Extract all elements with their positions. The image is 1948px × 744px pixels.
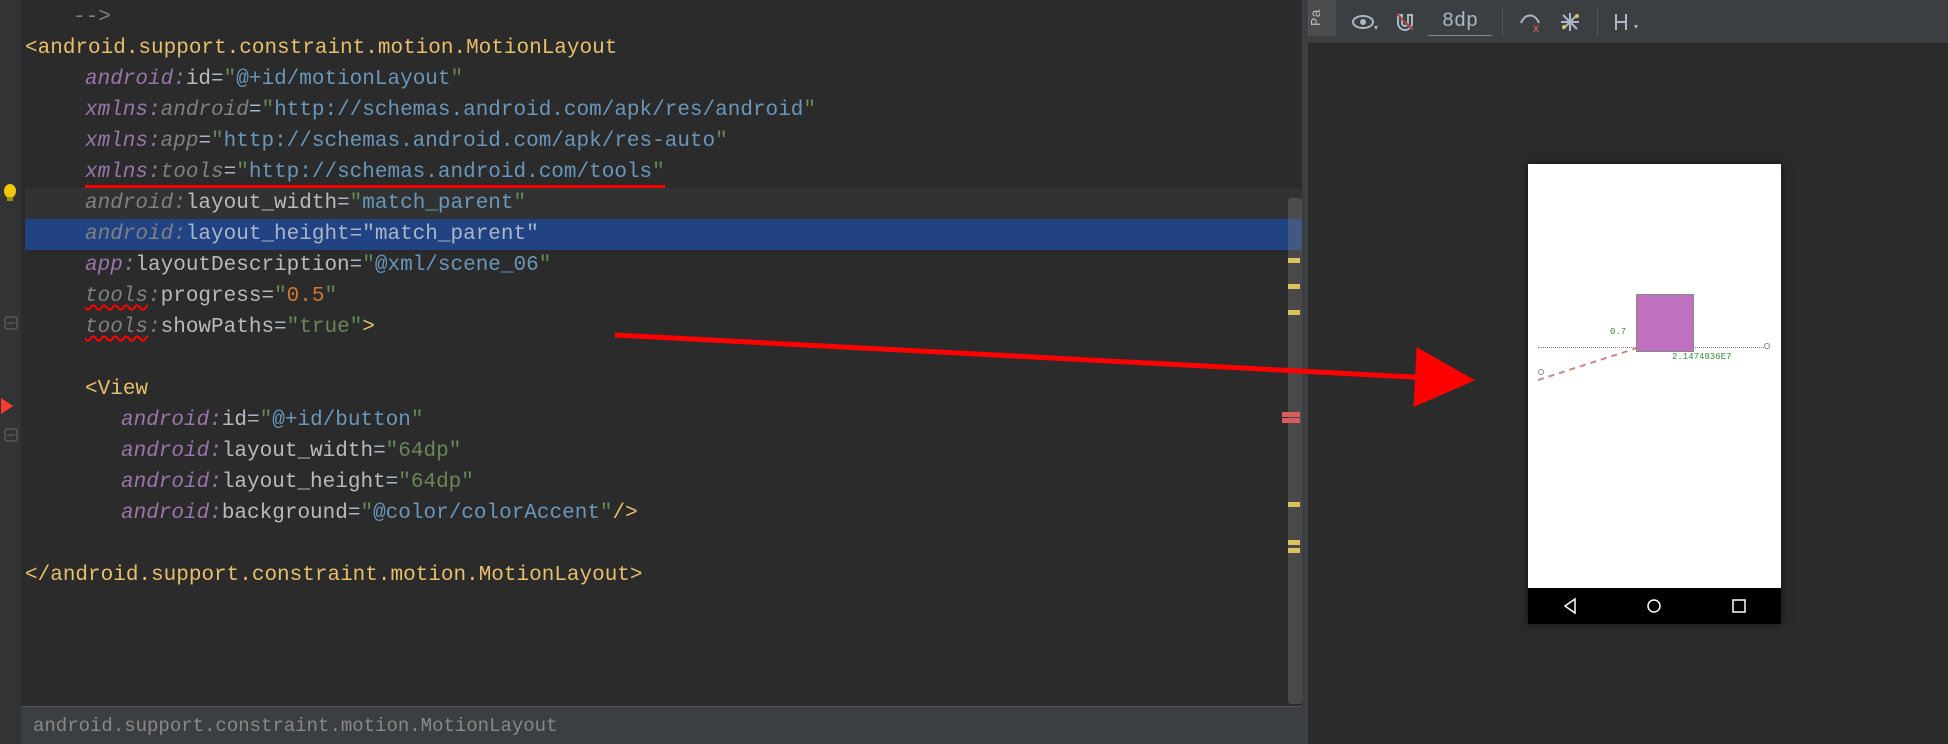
editor-gutter [0, 0, 21, 744]
code-val: @color/colorAccent [373, 502, 600, 525]
default-spacing-field[interactable]: 8dp [1428, 8, 1492, 36]
stripe-warning[interactable] [1288, 502, 1300, 507]
code-close-tag: android.support.constraint.motion.Motion… [50, 564, 630, 587]
code-ns: xmlns [85, 130, 148, 153]
code-attr: layout_width [222, 440, 373, 463]
stripe-error[interactable] [1282, 418, 1300, 423]
code-open-tag: android.support.constraint.motion.Motion… [38, 37, 618, 60]
code-attr: background [222, 502, 348, 525]
code-editor[interactable]: --> <android.support.constraint.motion.M… [21, 0, 1302, 744]
code-ns: android [121, 409, 209, 432]
scrollbar-thumb[interactable] [1288, 198, 1302, 704]
stripe-warning[interactable] [1288, 548, 1300, 553]
code-attr: showPaths [161, 316, 274, 339]
motion-path-handle[interactable] [1538, 369, 1544, 375]
code-val: 64dp [398, 440, 448, 463]
palette-tab[interactable]: Pa [1308, 0, 1336, 36]
code-val: @+id/button [272, 409, 411, 432]
code-ns: android [85, 68, 173, 91]
code-val: http://schemas.android.com/apk/res-auto [224, 130, 715, 153]
motion-path-label: 2.1474836E7 [1672, 352, 1731, 362]
code-ns: android [121, 502, 209, 525]
pack-icon[interactable] [1608, 5, 1642, 39]
code-val: http://schemas.android.com/apk/res/andro… [274, 99, 803, 122]
design-canvas[interactable]: 0.7 2.1474836E7 [1308, 44, 1948, 744]
code-attr: layoutDescription [135, 254, 349, 277]
code-attr: layout_height [186, 223, 350, 246]
code-attr: id [222, 409, 247, 432]
code-ns: android [121, 471, 209, 494]
breadcrumb[interactable]: android.support.constraint.motion.Motion… [21, 706, 1302, 744]
code-val: true [299, 316, 349, 339]
code-attr: tools [161, 161, 224, 184]
code-ns: app [85, 254, 123, 277]
code-val: http://schemas.android.com/tools [249, 161, 652, 184]
breakpoint-arrow-icon[interactable] [0, 398, 21, 419]
code-ns: xmlns [85, 99, 148, 122]
code-val: @xml/scene_06 [375, 254, 539, 277]
code-ns: android [85, 223, 173, 246]
code-val: @+id/motionLayout [236, 68, 450, 91]
design-toolbar: 8dp x [1308, 0, 1948, 44]
editor-marker-stripe[interactable] [1284, 0, 1302, 744]
stripe-warning[interactable] [1288, 284, 1300, 289]
code-attr: layout_height [222, 471, 386, 494]
code-view-tag: View [98, 378, 148, 401]
nav-recents-icon[interactable] [1730, 597, 1748, 615]
design-preview-panel: Pa 8dp x [1308, 0, 1948, 744]
code-ns: xmlns [85, 161, 148, 184]
collapse-icon[interactable] [0, 316, 21, 335]
code-val: 64dp [411, 471, 461, 494]
code-val: match_parent [362, 192, 513, 215]
magnet-icon[interactable] [1388, 5, 1422, 39]
stripe-warning[interactable] [1288, 310, 1300, 315]
motion-path-handle[interactable] [1764, 343, 1770, 349]
code-attr: android [161, 99, 249, 122]
stripe-warning[interactable] [1288, 258, 1300, 263]
code-attr: progress [161, 285, 262, 308]
code-attr: id [186, 68, 211, 91]
nav-home-icon[interactable] [1645, 597, 1663, 615]
motion-path-label: 0.7 [1610, 327, 1626, 337]
code-ns: android [85, 192, 173, 215]
code-ns: android [121, 440, 209, 463]
svg-text:x: x [1533, 21, 1539, 33]
phone-nav-bar [1528, 588, 1781, 624]
code-val: 0.5 [287, 285, 325, 308]
infer-constraints-icon[interactable] [1553, 5, 1587, 39]
clear-constraints-icon[interactable]: x [1513, 5, 1547, 39]
preview-view-button[interactable] [1636, 294, 1694, 352]
phone-frame: 0.7 2.1474836E7 [1528, 164, 1781, 624]
code-attr: layout_width [186, 192, 337, 215]
code-attr: app [161, 130, 199, 153]
code-ns: tools [85, 316, 148, 339]
stripe-warning[interactable] [1288, 540, 1300, 545]
stripe-error[interactable] [1282, 412, 1300, 417]
nav-back-icon[interactable] [1561, 597, 1579, 615]
code-val: match_parent [375, 223, 526, 246]
collapse-icon[interactable] [0, 428, 21, 447]
intention-bulb-icon[interactable] [0, 182, 21, 209]
code-ns: tools [85, 285, 148, 308]
code-comment: --> [73, 6, 111, 29]
visibility-icon[interactable] [1348, 5, 1382, 39]
